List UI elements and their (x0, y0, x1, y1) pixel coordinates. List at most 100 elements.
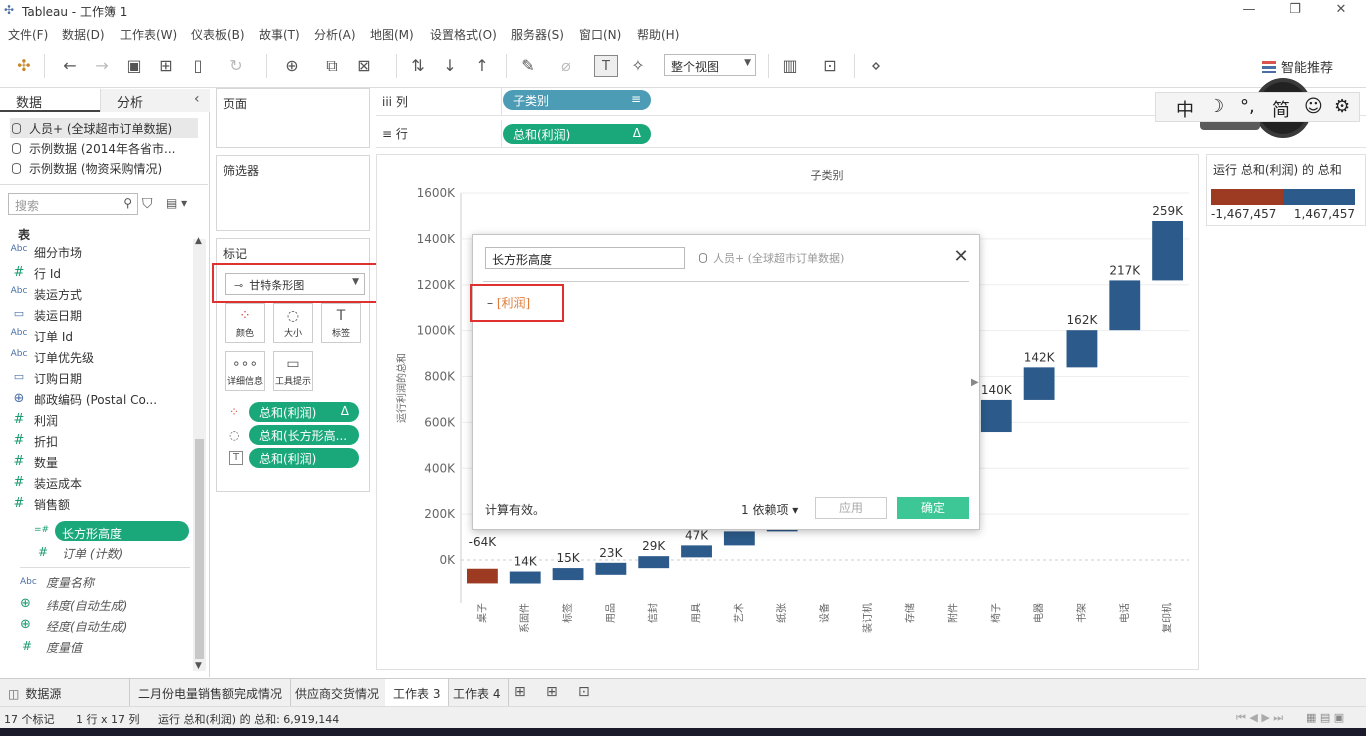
menu-server[interactable]: 服务器(S) (511, 26, 564, 43)
menu-map[interactable]: 地图(M) (370, 26, 414, 43)
menu-dashboard[interactable]: 仪表板(B) (191, 26, 245, 43)
share-icon[interactable]: ⋄ (864, 55, 888, 77)
undo-icon[interactable]: ← (58, 55, 82, 77)
field-item[interactable]: ⊕ 邮政编码 (Postal Co... (14, 391, 158, 408)
show-cards-icon[interactable]: ▥ (778, 55, 802, 77)
color-button[interactable]: ⁘ 颜色 (225, 303, 265, 343)
attach-icon[interactable]: ⌀ (554, 55, 578, 77)
sort-desc-icon[interactable]: ↑ (470, 55, 494, 77)
close-button[interactable]: ✕ (1326, 2, 1356, 20)
rows-pill[interactable]: 总和(利润) Δ (503, 124, 651, 144)
mark-pill-label[interactable]: 总和(利润) (249, 448, 359, 468)
apply-button[interactable]: 应用 (815, 497, 887, 519)
datasource-item[interactable]: 示例数据 (2014年各省市... (12, 140, 175, 157)
punctuation-icon[interactable]: °, (1240, 96, 1255, 117)
collapse-pane-icon[interactable]: ‹ (194, 91, 200, 107)
grid-view-icon[interactable]: ▦ ▤ ▣ (1306, 711, 1344, 724)
datasource-item[interactable]: 人员+ (全球超市订单数据) (12, 120, 172, 137)
gear-icon[interactable]: ⚙ (1334, 96, 1350, 117)
field-list-scrollbar[interactable]: ▲ ▼ (193, 236, 206, 671)
scrollbar-thumb[interactable] (195, 439, 204, 659)
scroll-down-icon[interactable]: ▼ (195, 661, 202, 671)
field-item[interactable]: Abc 订单 Id (11, 328, 73, 345)
tab-sheet[interactable]: 供应商交货情况 (287, 679, 389, 707)
field-item[interactable]: 纬度(自动生成) (46, 597, 127, 614)
new-dashboard-icon[interactable]: ⊞ (546, 684, 558, 700)
field-item[interactable]: 经度(自动生成) (46, 618, 127, 635)
tab-sheet-active[interactable]: 工作表 3 (385, 679, 450, 707)
field-item[interactable]: # 装运成本 (14, 475, 82, 492)
menu-data[interactable]: 数据(D) (62, 26, 105, 43)
label-button[interactable]: T 标签 (321, 303, 361, 343)
pages-shelf[interactable]: 页面 (216, 88, 370, 148)
sheet-nav-icon[interactable]: ⏮ ◀ ▶ ⏭ (1236, 711, 1283, 725)
close-icon[interactable]: ✕ (951, 247, 971, 267)
field-item[interactable]: Abc 细分市场 (11, 244, 82, 261)
scroll-up-icon[interactable]: ▲ (195, 236, 202, 246)
search-input[interactable]: 搜索 ⚲ (8, 193, 138, 215)
new-worksheet-icon[interactable]: ⊞ (514, 684, 526, 700)
mark-pill-size[interactable]: 总和(长方形高... (249, 425, 359, 445)
menu-analysis[interactable]: 分析(A) (314, 26, 356, 43)
fit-view-dropdown[interactable]: 整个视图 ▼ (664, 54, 756, 76)
emoji-icon[interactable]: ☺ (1304, 96, 1323, 117)
ime-toolbar[interactable]: 中 ☽ °, 简 ☺ ⚙ (1155, 92, 1360, 122)
filter-icon[interactable]: ⛉ (142, 196, 153, 212)
show-labels-icon[interactable]: T (594, 55, 618, 77)
new-sheet-icon[interactable]: ⊕ (280, 55, 304, 77)
tab-sheet[interactable]: 工作表 4 (445, 679, 510, 707)
field-item[interactable]: # 销售额 (14, 496, 70, 513)
moon-icon[interactable]: ☽ (1208, 96, 1224, 117)
tableau-home-icon[interactable]: ✣ (12, 55, 36, 77)
menu-help[interactable]: 帮助(H) (637, 26, 679, 43)
filters-shelf[interactable]: 筛选器 (216, 155, 370, 231)
field-item[interactable]: ▭ 订购日期 (14, 370, 82, 387)
field-item[interactable]: 订单 (计数) (62, 545, 123, 562)
tab-data[interactable]: 数据 (0, 89, 100, 112)
menu-story[interactable]: 故事(T) (259, 26, 300, 43)
dependencies-dropdown[interactable]: 1 依赖项 ▾ (741, 501, 798, 518)
size-button[interactable]: ◌ 大小 (273, 303, 313, 343)
columns-pill[interactable]: 子类别 ≡ (503, 90, 651, 110)
datasource-item[interactable]: 示例数据 (物资采购情况) (12, 160, 162, 177)
ime-simplified-toggle[interactable]: 简 (1272, 96, 1290, 122)
field-item[interactable]: Abc 装运方式 (11, 286, 82, 303)
highlight-icon[interactable]: ✎ (516, 55, 540, 77)
field-item[interactable]: 度量名称 (46, 574, 94, 591)
field-item[interactable]: # 折扣 (14, 433, 58, 450)
restore-button[interactable]: ❐ (1280, 2, 1310, 20)
presentation-icon[interactable]: ⊡ (818, 55, 842, 77)
menu-file[interactable]: 文件(F) (8, 26, 48, 43)
menu-format[interactable]: 设置格式(O) (430, 26, 497, 43)
save-icon[interactable]: ▣ (122, 55, 146, 77)
calc-name-input[interactable]: 长方形高度 (485, 247, 685, 269)
clear-sheet-icon[interactable]: ⊠ (352, 55, 376, 77)
field-item[interactable]: # 数量 (14, 454, 58, 471)
expand-panel-icon[interactable]: ▶ (971, 377, 979, 388)
new-story-icon[interactable]: ⊡ (578, 684, 590, 700)
field-item[interactable]: ▭ 装运日期 (14, 307, 82, 324)
minimize-button[interactable]: — (1234, 2, 1264, 20)
duplicate-sheet-icon[interactable]: ⧉ (320, 55, 344, 77)
view-options-icon[interactable]: ▤ ▾ (166, 196, 187, 210)
field-item[interactable]: # 行 Id (14, 265, 61, 282)
ime-chinese-toggle[interactable]: 中 (1176, 96, 1194, 122)
mark-pill-color[interactable]: 总和(利润) Δ (249, 402, 359, 422)
field-item[interactable]: 度量值 (46, 639, 82, 656)
pin-icon[interactable]: ✧ (626, 55, 650, 77)
refresh-icon[interactable]: ↻ (224, 55, 248, 77)
tab-datasource[interactable]: ◫ 数据源 (0, 679, 130, 707)
redo-icon[interactable]: → (90, 55, 114, 77)
ok-button[interactable]: 确定 (897, 497, 969, 519)
menu-worksheet[interactable]: 工作表(W) (120, 26, 177, 43)
field-item[interactable]: Abc 订单优先级 (11, 349, 94, 366)
sort-asc-icon[interactable]: ↓ (438, 55, 462, 77)
detail-button[interactable]: ∘∘∘ 详细信息 (225, 351, 265, 391)
legend-color-ramp[interactable] (1211, 189, 1355, 205)
pause-updates-icon[interactable]: ▯ (186, 55, 210, 77)
smart-recommend-button[interactable]: 智能推荐 (1262, 57, 1333, 76)
field-item[interactable]: # 利润 (14, 412, 58, 429)
tooltip-button[interactable]: ▭ 工具提示 (273, 351, 313, 391)
swap-icon[interactable]: ⇅ (406, 55, 430, 77)
tab-sheet[interactable]: 二月份电量销售额完成情况 (130, 679, 292, 707)
